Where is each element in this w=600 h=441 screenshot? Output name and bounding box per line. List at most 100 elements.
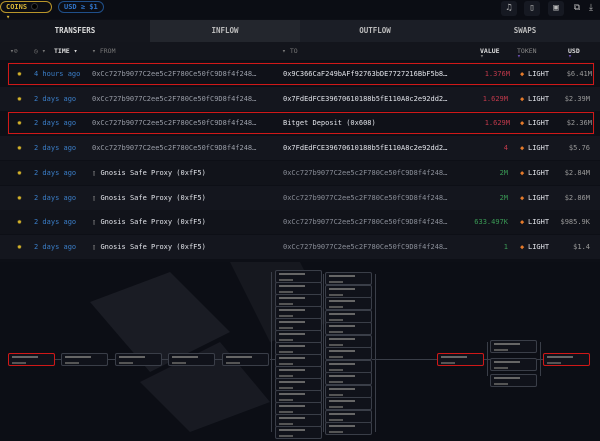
- table-row[interactable]: ✹ 2 days ago ▯ Gnosis Safe Proxy (0xfF5)…: [0, 210, 600, 234]
- from-cell[interactable]: ▯ Gnosis Safe Proxy (0xfF5): [92, 161, 206, 185]
- to-cell[interactable]: 0x9C366CaF249bAFf92763bDE7727216BbF5b8…: [283, 62, 447, 86]
- time-cell[interactable]: 2 days ago: [34, 111, 76, 135]
- save-icon[interactable]: ▣: [548, 1, 564, 16]
- tab-transfers[interactable]: TRANSFERS: [0, 20, 150, 42]
- graph-node[interactable]: [222, 353, 269, 366]
- table-row[interactable]: ✹ 2 days ago ▯ Gnosis Safe Proxy (0xfF5)…: [0, 186, 600, 210]
- token-cell[interactable]: LIGHT: [528, 186, 549, 210]
- graph-node[interactable]: [275, 426, 322, 439]
- clock-icon: ◷ ▾: [34, 47, 46, 55]
- graph-node[interactable]: [325, 272, 372, 285]
- to-cell[interactable]: 0xCc727b9077C2ee5c2F780Ce50fC9D8f4f248…: [283, 210, 447, 234]
- to-cell[interactable]: 0x7FdEdFCE39670610188b5fE110A8c2e92dd2…: [283, 136, 447, 160]
- value-cell: 2M: [500, 186, 508, 210]
- usd-cell: $985.9K: [560, 210, 590, 234]
- chain-icon: ✹: [17, 111, 22, 135]
- graph-node[interactable]: [325, 372, 372, 385]
- header-token[interactable]: ▾ TOKEN: [517, 47, 537, 55]
- usd-cell: $2.84M: [565, 161, 590, 185]
- usd-filter[interactable]: USD ≥ $1: [58, 1, 104, 13]
- from-cell[interactable]: ▯ Gnosis Safe Proxy (0xfF5): [92, 186, 206, 210]
- table-row[interactable]: ✹ 2 days ago 0xCc727b9077C2ee5c2F780Ce50…: [7, 111, 595, 135]
- value-cell: 1.376M: [485, 62, 510, 86]
- token-cell[interactable]: LIGHT: [528, 62, 549, 86]
- chain-icon: ✹: [17, 235, 22, 259]
- to-cell[interactable]: 0xCc727b9077C2ee5c2F780Ce50fC9D8f4f248…: [283, 235, 447, 259]
- tab-swaps[interactable]: SWAPS: [450, 20, 600, 42]
- to-cell[interactable]: 0xCc727b9077C2ee5c2F780Ce50fC9D8f4f248…: [283, 161, 447, 185]
- graph-node[interactable]: [325, 335, 372, 348]
- graph-node[interactable]: [115, 353, 162, 366]
- from-cell[interactable]: ▯ Gnosis Safe Proxy (0xfF5): [92, 210, 206, 234]
- time-cell[interactable]: 2 days ago: [34, 235, 76, 259]
- from-cell[interactable]: ▯ Gnosis Safe Proxy (0xfF5): [92, 235, 206, 259]
- graph-node[interactable]: [325, 360, 372, 373]
- graph-node[interactable]: [325, 410, 372, 423]
- graph-node[interactable]: [543, 353, 590, 366]
- usd-cell: $2.36M: [567, 111, 592, 135]
- table-row[interactable]: ✹ 2 days ago ▯ Gnosis Safe Proxy (0xfF5)…: [0, 161, 600, 185]
- time-cell[interactable]: 2 days ago: [34, 161, 76, 185]
- time-cell[interactable]: 4 hours ago: [34, 62, 80, 86]
- top-bar: COINS ▾ USD ≥ $1 ♫ ▯ ▣ ⧉ ⤓: [0, 0, 600, 19]
- to-cell[interactable]: Bitget Deposit (0x608): [283, 111, 376, 135]
- graph-node[interactable]: [490, 358, 537, 371]
- flow-graph[interactable]: [0, 262, 600, 441]
- graph-node[interactable]: [325, 385, 372, 398]
- time-cell[interactable]: 2 days ago: [34, 210, 76, 234]
- graph-node[interactable]: [325, 422, 372, 435]
- graph-node[interactable]: [168, 353, 215, 366]
- graph-node[interactable]: [325, 310, 372, 323]
- token-cell[interactable]: LIGHT: [528, 87, 549, 111]
- from-cell[interactable]: 0xCc727b9077C2ee5c2F780Ce50fC9D8f4f248…: [92, 136, 256, 160]
- graph-node[interactable]: [325, 297, 372, 310]
- graph-node[interactable]: [437, 353, 484, 366]
- from-cell[interactable]: 0xCc727b9077C2ee5c2F780Ce50fC9D8f4f248…: [92, 62, 256, 86]
- light-token-icon: ◆: [520, 136, 524, 160]
- time-cell[interactable]: 2 days ago: [34, 87, 76, 111]
- token-cell[interactable]: LIGHT: [528, 161, 549, 185]
- chain-icon: ✹: [17, 87, 22, 111]
- graph-node[interactable]: [8, 353, 55, 366]
- table-row[interactable]: ✹ 2 days ago 0xCc727b9077C2ee5c2F780Ce50…: [0, 136, 600, 160]
- usd-cell: $2.86M: [565, 186, 590, 210]
- light-token-icon: ◆: [520, 186, 524, 210]
- graph-node[interactable]: [325, 347, 372, 360]
- graph-node[interactable]: [325, 285, 372, 298]
- header-usd[interactable]: ▾ USD: [568, 47, 580, 55]
- tab-outflow[interactable]: OUTFLOW: [300, 20, 450, 42]
- tab-inflow[interactable]: INFLOW: [150, 20, 300, 42]
- usd-cell: $1.4: [573, 235, 590, 259]
- graph-node[interactable]: [490, 340, 537, 353]
- filter-icon[interactable]: ▾⊘: [10, 47, 18, 55]
- table-row[interactable]: ✹ 2 days ago ▯ Gnosis Safe Proxy (0xfF5)…: [0, 235, 600, 259]
- table-header: ▾⊘ ◷ ▾ TIME ▾ ▾ FROM ▾ TO ▾ VALUE ▾ TOKE…: [0, 42, 600, 60]
- token-cell[interactable]: LIGHT: [528, 136, 549, 160]
- bell-icon[interactable]: ♫: [501, 1, 517, 16]
- graph-node[interactable]: [325, 397, 372, 410]
- time-cell[interactable]: 2 days ago: [34, 136, 76, 160]
- token-cell[interactable]: LIGHT: [528, 210, 549, 234]
- bookmark-icon[interactable]: ▯: [524, 1, 540, 16]
- header-to[interactable]: ▾ TO: [282, 47, 298, 55]
- coins-filter[interactable]: COINS ▾: [0, 1, 52, 13]
- graph-node[interactable]: [325, 322, 372, 335]
- graph-node[interactable]: [490, 374, 537, 387]
- download-icon[interactable]: ⤓: [583, 1, 599, 16]
- time-cell[interactable]: 2 days ago: [34, 186, 76, 210]
- table-row[interactable]: ✹ 2 days ago 0xCc727b9077C2ee5c2F780Ce50…: [0, 87, 600, 111]
- to-cell[interactable]: 0xCc727b9077C2ee5c2F780Ce50fC9D8f4f248…: [283, 186, 447, 210]
- to-cell[interactable]: 0x7FdEdFCE39670610188b5fE110A8c2e92dd2…: [283, 87, 447, 111]
- graph-edge: [323, 274, 324, 432]
- token-cell[interactable]: LIGHT: [528, 235, 549, 259]
- header-value[interactable]: ▾ VALUE: [480, 47, 500, 55]
- graph-edge: [215, 359, 222, 360]
- from-cell[interactable]: 0xCc727b9077C2ee5c2F780Ce50fC9D8f4f248…: [92, 87, 256, 111]
- from-cell[interactable]: 0xCc727b9077C2ee5c2F780Ce50fC9D8f4f248…: [92, 111, 256, 135]
- token-cell[interactable]: LIGHT: [528, 111, 549, 135]
- light-token-icon: ◆: [520, 161, 524, 185]
- table-row[interactable]: ✹ 4 hours ago 0xCc727b9077C2ee5c2F780Ce5…: [7, 62, 595, 86]
- graph-node[interactable]: [61, 353, 108, 366]
- header-time[interactable]: TIME ▾: [54, 47, 77, 55]
- header-from[interactable]: ▾ FROM: [92, 47, 115, 55]
